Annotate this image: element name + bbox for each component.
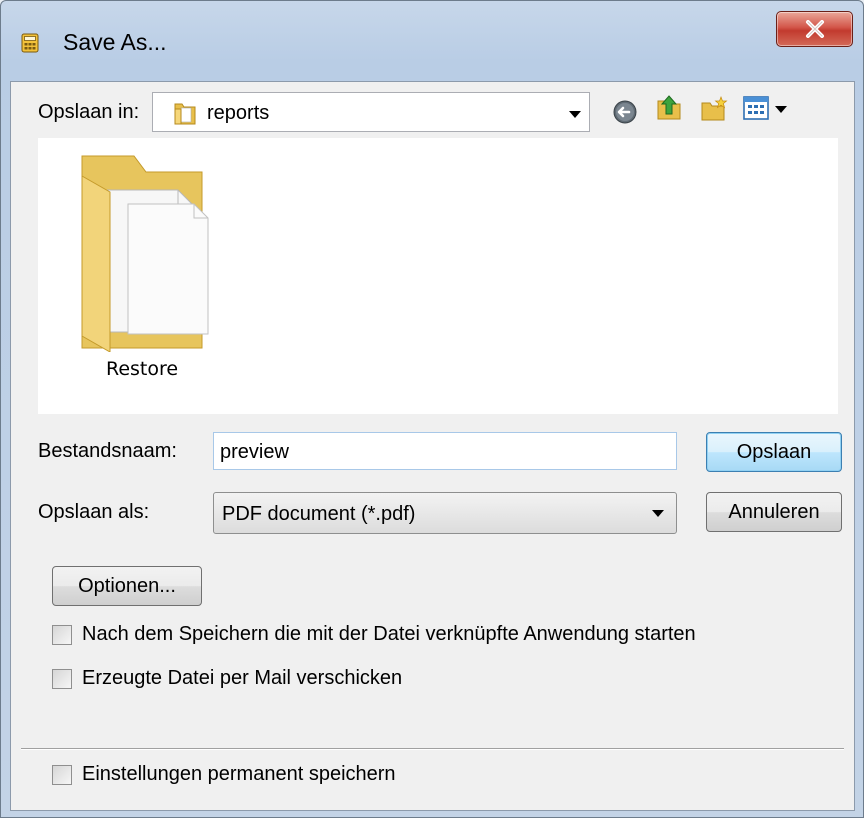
- checkbox-box[interactable]: [52, 669, 72, 689]
- view-menu-button[interactable]: [743, 94, 791, 124]
- checkbox-label: Erzeugte Datei per Mail verschicken: [82, 667, 403, 689]
- file-item[interactable]: Restore: [74, 152, 214, 382]
- separator: [21, 748, 844, 750]
- filename-value: preview: [220, 441, 289, 463]
- checkbox-label: Nach dem Speichern die mit der Datei ver…: [82, 623, 696, 645]
- save-as-dialog: Save As... Opslaan in: reports Restore B…: [0, 0, 864, 818]
- checkbox-box[interactable]: [52, 765, 72, 785]
- file-name: Restore: [106, 358, 179, 380]
- filename-input[interactable]: preview: [213, 432, 677, 470]
- dialog-client-area: Opslaan in: reports Restore Bestandsnaam…: [10, 81, 855, 811]
- filetype-select[interactable]: PDF document (*.pdf): [213, 492, 677, 534]
- chevron-down-icon: [569, 111, 581, 118]
- checkbox-send-mail[interactable]: Erzeugte Datei per Mail verschicken: [52, 666, 552, 694]
- location-combo[interactable]: reports: [152, 92, 590, 132]
- checkbox-label: Einstellungen permanent speichern: [82, 763, 396, 785]
- window-title: Save As...: [63, 29, 167, 55]
- close-icon: [805, 20, 824, 38]
- filename-label: Bestandsnaam:: [38, 440, 177, 462]
- filetype-chevron-down-icon: [652, 510, 664, 517]
- save-button[interactable]: Opslaan: [706, 432, 842, 472]
- back-icon[interactable]: [610, 97, 640, 127]
- app-icon: [21, 33, 39, 53]
- view-chevron-down-icon: [775, 106, 787, 113]
- new-folder-icon[interactable]: [699, 94, 729, 124]
- checkbox-open-after-save[interactable]: Nach dem Speichern die mit der Datei ver…: [52, 622, 812, 650]
- view-menu-icon: [743, 96, 769, 120]
- file-list[interactable]: Restore: [38, 138, 838, 414]
- checkbox-save-settings[interactable]: Einstellungen permanent speichern: [52, 762, 552, 790]
- filetype-value: PDF document (*.pdf): [222, 503, 416, 525]
- folder-icon: [174, 103, 196, 125]
- title-bar: Save As...: [1, 1, 863, 81]
- checkbox-box[interactable]: [52, 625, 72, 645]
- cancel-button[interactable]: Annuleren: [706, 492, 842, 532]
- location-label: Opslaan in:: [38, 101, 140, 123]
- filetype-label: Opslaan als:: [38, 501, 150, 523]
- close-button[interactable]: [776, 11, 853, 47]
- options-button[interactable]: Optionen...: [52, 566, 202, 606]
- folder-large-icon: [81, 155, 209, 353]
- up-folder-icon[interactable]: [654, 92, 684, 122]
- location-value: reports: [207, 102, 270, 124]
